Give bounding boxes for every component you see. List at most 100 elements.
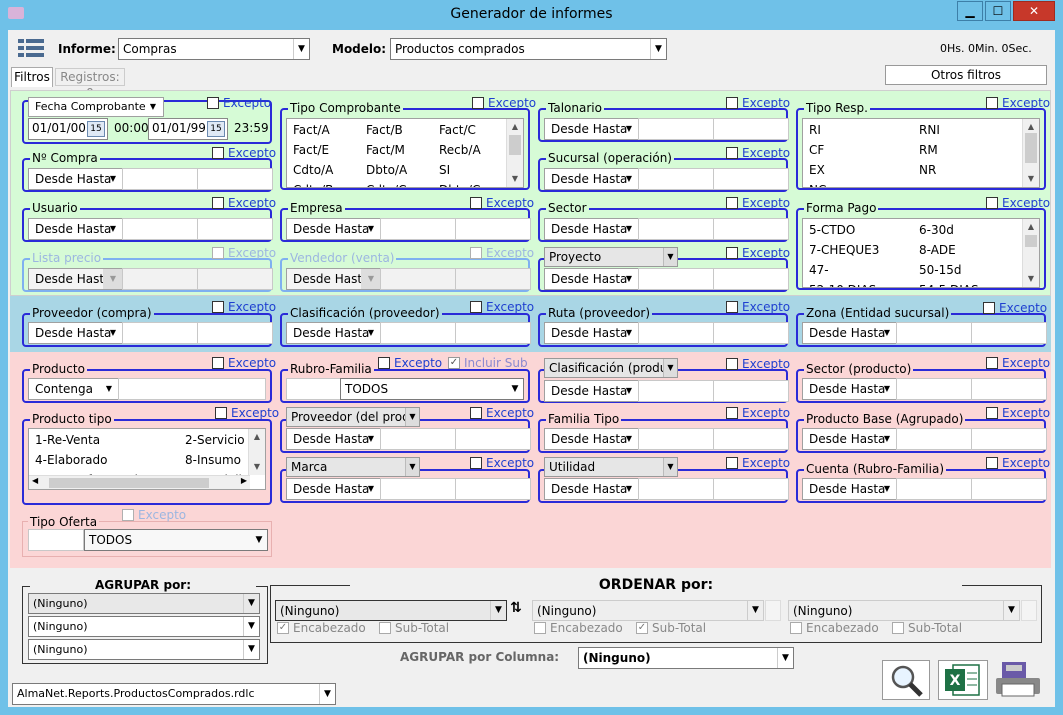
tipo-oferta-select[interactable]: TODOS ▼ (84, 529, 268, 551)
usuario-mode-select[interactable]: Desde Hasta ▼ (28, 218, 124, 240)
fecha-desde-input[interactable]: 01/01/00 15 (28, 118, 108, 140)
sector-excepto-checkbox[interactable]: Excepto (726, 196, 790, 210)
producto-base-excepto-checkbox[interactable]: Excepto (986, 406, 1050, 420)
zona-from-input[interactable] (896, 322, 972, 344)
scroll-thumb[interactable] (1025, 133, 1037, 163)
talonario-from-input[interactable] (638, 118, 714, 140)
list-item[interactable]: 2-Servicio (185, 433, 245, 447)
proveedor-to-input[interactable] (197, 322, 273, 344)
vendedor-mode-select[interactable]: Desde Hasta ▼ (286, 268, 382, 290)
list-item[interactable]: 7-CHEQUE3 (809, 243, 879, 257)
empresa-mode-select[interactable]: Desde Hasta ▼ (286, 218, 382, 240)
cuenta-mode-select[interactable]: Desde Hasta ▼ (802, 478, 898, 500)
sector-producto-mode-select[interactable]: Desde Hasta ▼ (802, 378, 898, 400)
proveedor-prod-mode-select[interactable]: Desde Hasta ▼ (286, 428, 382, 450)
list-item[interactable]: 54-5 DIAS (919, 283, 979, 287)
usuario-to-input[interactable] (197, 218, 273, 240)
ordenar-select-2[interactable]: (Ninguno) ▼ (532, 600, 764, 621)
fecha-excepto-checkbox[interactable]: Excepto (207, 96, 271, 110)
n-compra-excepto-checkbox[interactable]: Excepto (212, 146, 276, 160)
list-item[interactable]: NC (809, 183, 826, 187)
talonario-mode-select[interactable]: Desde Hasta ▼ (544, 118, 640, 140)
familia-tipo-mode-select[interactable]: Desde Hasta ▼ (544, 428, 640, 450)
list-item[interactable]: 1-Re-Venta (35, 433, 100, 447)
vertical-scrollbar[interactable]: ▲ ▼ (506, 119, 523, 187)
sucursal-from-input[interactable] (638, 168, 714, 190)
vertical-scrollbar[interactable]: ▲ ▼ (1022, 219, 1039, 287)
encabezado-checkbox-1[interactable]: ✓ Encabezado (277, 621, 366, 635)
forma-pago-list[interactable]: 5-CTDO 6-30d 7-CHEQUE3 8-ADE 47- 50-15d 52-10 … (802, 218, 1040, 288)
list-item[interactable]: CF (809, 143, 824, 157)
tab-registros[interactable]: Registros: 0 (55, 68, 125, 100)
clasif-producto-to-input[interactable] (713, 380, 789, 402)
excel-export-button[interactable]: X (938, 660, 988, 700)
otros-filtros-button[interactable]: Otros filtros (885, 65, 1047, 85)
agrupar-select-1[interactable]: (Ninguno) ▼ (28, 593, 260, 614)
scroll-thumb[interactable] (1025, 235, 1037, 247)
utilidad-from-input[interactable] (638, 478, 714, 500)
sucursal-to-input[interactable] (713, 168, 789, 190)
agrupar-columna-select[interactable]: (Ninguno) ▼ (578, 647, 794, 669)
talonario-excepto-checkbox[interactable]: Excepto (726, 96, 790, 110)
list-item[interactable]: Cdto/C (366, 183, 406, 187)
agrupar-select-3[interactable]: (Ninguno) ▼ (28, 639, 260, 660)
menu-icon[interactable] (18, 39, 44, 57)
tipo-comprobante-list[interactable]: Fact/A Fact/B Fact/C Fact/E Fact/M Recb/A Cdto… (286, 118, 524, 188)
sort-direction-button[interactable] (765, 600, 781, 621)
fecha-hasta-input[interactable]: 01/01/99 15 (148, 118, 228, 140)
producto-base-from-input[interactable] (896, 428, 972, 450)
lista-precio-from-input[interactable] (122, 268, 198, 290)
ruta-to-input[interactable] (713, 322, 789, 344)
sort-direction-button[interactable] (1021, 600, 1037, 621)
modelo-select[interactable]: Productos comprados ▼ (390, 38, 667, 60)
familia-tipo-to-input[interactable] (713, 428, 789, 450)
familia-tipo-from-input[interactable] (638, 428, 714, 450)
sucursal-mode-select[interactable]: Desde Hasta ▼ (544, 168, 640, 190)
proveedor-prod-excepto-checkbox[interactable]: Excepto (470, 406, 534, 420)
encabezado-checkbox-3[interactable]: Encabezado (790, 621, 879, 635)
subtotal-checkbox-1[interactable]: Sub-Total (379, 621, 449, 635)
sector-producto-excepto-checkbox[interactable]: Excepto (986, 356, 1050, 370)
rubro-code-input[interactable] (286, 378, 342, 400)
list-item[interactable]: NR (919, 163, 936, 177)
proveedor-prod-to-input[interactable] (455, 428, 531, 450)
list-item[interactable]: Dbto/A (366, 163, 407, 177)
producto-tipo-list[interactable]: 1-Re-Venta2-Servicio4-Elaborado8-Insumo1… (28, 428, 266, 490)
clasif-proveedor-from-input[interactable] (380, 322, 456, 344)
ordenar-select-1[interactable]: (Ninguno) ▼ (275, 600, 507, 621)
n-compra-mode-select[interactable]: Desde Hasta ▼ (28, 168, 124, 190)
sector-to-input[interactable] (713, 218, 789, 240)
utilidad-excepto-checkbox[interactable]: Excepto (726, 456, 790, 470)
list-item[interactable]: Fact/B (366, 123, 403, 137)
vendedor-from-input[interactable] (380, 268, 456, 290)
vertical-scrollbar[interactable]: ▲ ▼ (248, 429, 265, 475)
proyecto-excepto-checkbox[interactable]: Excepto (726, 246, 790, 260)
list-item[interactable]: Fact/M (366, 143, 405, 157)
utilidad-select[interactable]: Utilidad ▼ (544, 457, 678, 477)
clasif-proveedor-to-input[interactable] (455, 322, 531, 344)
usuario-excepto-checkbox[interactable]: Excepto (212, 196, 276, 210)
proveedor-prod-select[interactable]: Proveedor (del produ ▼ (286, 407, 420, 427)
marca-mode-select[interactable]: Desde Hasta ▼ (286, 478, 382, 500)
marca-to-input[interactable] (455, 478, 531, 500)
empresa-from-input[interactable] (380, 218, 456, 240)
list-item[interactable]: 50-15d (919, 263, 962, 277)
list-item[interactable]: 5-CTDO (809, 223, 855, 237)
proyecto-select[interactable]: Proyecto ▼ (544, 247, 678, 267)
lista-precio-to-input[interactable] (197, 268, 273, 290)
list-item[interactable]: 6-30d (919, 223, 954, 237)
zona-to-input[interactable] (971, 322, 1047, 344)
producto-input[interactable] (118, 378, 266, 400)
agrupar-select-2[interactable]: (Ninguno) ▼ (28, 616, 260, 637)
zona-excepto-checkbox[interactable]: Excepto (983, 301, 1047, 315)
proyecto-from-input[interactable] (638, 268, 714, 290)
clasif-proveedor-excepto-checkbox[interactable]: Excepto (470, 300, 534, 314)
rubro-excepto-checkbox[interactable]: Excepto (378, 356, 442, 370)
producto-mode-select[interactable]: Contenga ▼ (28, 378, 120, 400)
marca-excepto-checkbox[interactable]: Excepto (470, 456, 534, 470)
list-item[interactable]: Recb/A (439, 143, 481, 157)
search-button[interactable] (882, 660, 930, 700)
ruta-mode-select[interactable]: Desde Hasta ▼ (544, 322, 640, 344)
tipo-comprobante-excepto-checkbox[interactable]: Excepto (472, 96, 536, 110)
tipo-resp-list[interactable]: RIRNICFRMEXNRNC▲▼ (802, 118, 1040, 188)
